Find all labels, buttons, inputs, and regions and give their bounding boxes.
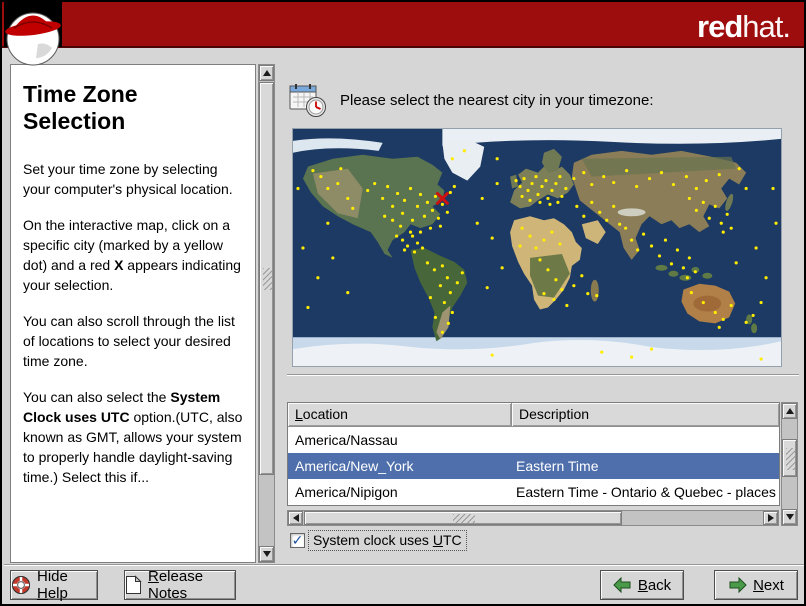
table-row-nipigon[interactable]: America/Nipigon Eastern Time - Ontario &… <box>288 479 779 505</box>
help-paragraph-2: On the interactive map, click on a speci… <box>23 215 245 295</box>
cell-description: Eastern Time - Ontario & Quebec - places… <box>516 484 779 500</box>
table-row-new-york-selected[interactable]: America/New_York Eastern Time <box>288 453 779 479</box>
up-arrow-icon <box>785 408 794 414</box>
cell-location: America/New_York <box>295 458 414 474</box>
release-notes-label: Release Notes <box>148 568 204 602</box>
help-paragraph-3: You can also scroll through the list of … <box>23 313 235 370</box>
help-p4-pre: You can also select the <box>23 389 171 406</box>
header-bar <box>2 2 804 48</box>
help-scroll-down-button[interactable] <box>259 546 274 562</box>
installer-window: redhat. Time Zone Selection Set your tim… <box>0 0 806 606</box>
scrollbar-grip <box>786 448 795 470</box>
down-arrow-icon <box>785 514 794 520</box>
back-button[interactable]: Back <box>600 570 684 600</box>
scrollbar-grip <box>453 514 475 523</box>
utc-label-post: TC <box>442 532 462 548</box>
brand-bold: red <box>697 9 743 44</box>
table-row-nassau[interactable]: America/Nassau <box>288 427 779 453</box>
down-arrow-icon <box>262 551 271 557</box>
back-arrow-icon <box>613 577 631 593</box>
cell-location: America/Nassau <box>295 432 398 448</box>
column-header-description[interactable]: Description <box>512 403 779 427</box>
help-scrollbar-thumb[interactable] <box>259 82 274 475</box>
back-label: Back <box>637 576 672 594</box>
help-paragraph-4: You can also select the System Clock use… <box>23 387 245 487</box>
redhat-shadowman-logo <box>4 2 68 68</box>
document-icon <box>126 575 142 594</box>
utc-checkbox-row[interactable]: ✓ System clock uses UTC <box>290 530 467 551</box>
column-header-location[interactable]: Location <box>288 403 512 427</box>
utc-checkbox-label[interactable]: System clock uses UTC <box>308 530 467 551</box>
table-scroll-right-button[interactable] <box>763 511 778 525</box>
next-button[interactable]: Next <box>714 570 798 600</box>
brand-light: hat. <box>742 9 791 44</box>
cell-description: Eastern Time <box>516 458 599 474</box>
table-vscrollbar-thumb[interactable] <box>782 439 797 477</box>
timezone-table: Location Description America/Nassau Amer… <box>287 402 780 506</box>
table-scroll-up-button[interactable] <box>782 403 797 419</box>
up-arrow-icon <box>262 70 271 76</box>
table-scroll-left-button[interactable] <box>288 511 303 525</box>
next-arrow-icon <box>729 577 747 593</box>
location-label: ocation <box>302 406 348 422</box>
table-scroll-down-button[interactable] <box>782 509 797 525</box>
map-table-divider <box>287 374 799 376</box>
utc-label-mnemonic: U <box>432 532 443 548</box>
timezone-world-map[interactable] <box>292 128 782 367</box>
left-arrow-icon <box>292 514 299 522</box>
redhat-wordmark: redhat. <box>697 9 791 45</box>
page-title: Time Zone Selection <box>23 81 138 135</box>
release-notes-button[interactable]: Release Notes <box>124 568 236 602</box>
life-ring-icon <box>12 576 30 594</box>
table-hscrollbar-thumb[interactable] <box>304 511 622 525</box>
utc-checkbox[interactable]: ✓ <box>290 533 305 548</box>
calendar-clock-icon <box>289 84 326 117</box>
help-scrollbar[interactable] <box>258 64 275 563</box>
help-panel: Time Zone Selection Set your time zone b… <box>10 64 256 563</box>
table-header-row: Location Description <box>288 403 779 427</box>
prompt-row: Please select the nearest city in your t… <box>288 80 654 120</box>
right-arrow-icon <box>767 514 774 522</box>
footer-divider <box>4 564 804 566</box>
next-label: Next <box>753 576 784 594</box>
help-paragraph-1: Set your time zone by selecting your com… <box>23 161 233 198</box>
table-vscrollbar[interactable] <box>781 402 798 526</box>
utc-label-pre: System clock uses <box>313 532 433 548</box>
hide-help-label: Hide Help <box>37 568 68 602</box>
table-hscrollbar[interactable] <box>287 510 779 526</box>
help-scroll-up-button[interactable] <box>259 65 274 81</box>
cell-location: America/Nipigon <box>295 484 398 500</box>
help-p2-bold-x: X <box>114 257 124 274</box>
hide-help-button[interactable]: Hide Help <box>10 568 98 602</box>
scrollbar-grip <box>263 268 272 290</box>
location-mnemonic: L <box>295 406 303 422</box>
prompt-text: Please select the nearest city in your t… <box>340 91 654 109</box>
